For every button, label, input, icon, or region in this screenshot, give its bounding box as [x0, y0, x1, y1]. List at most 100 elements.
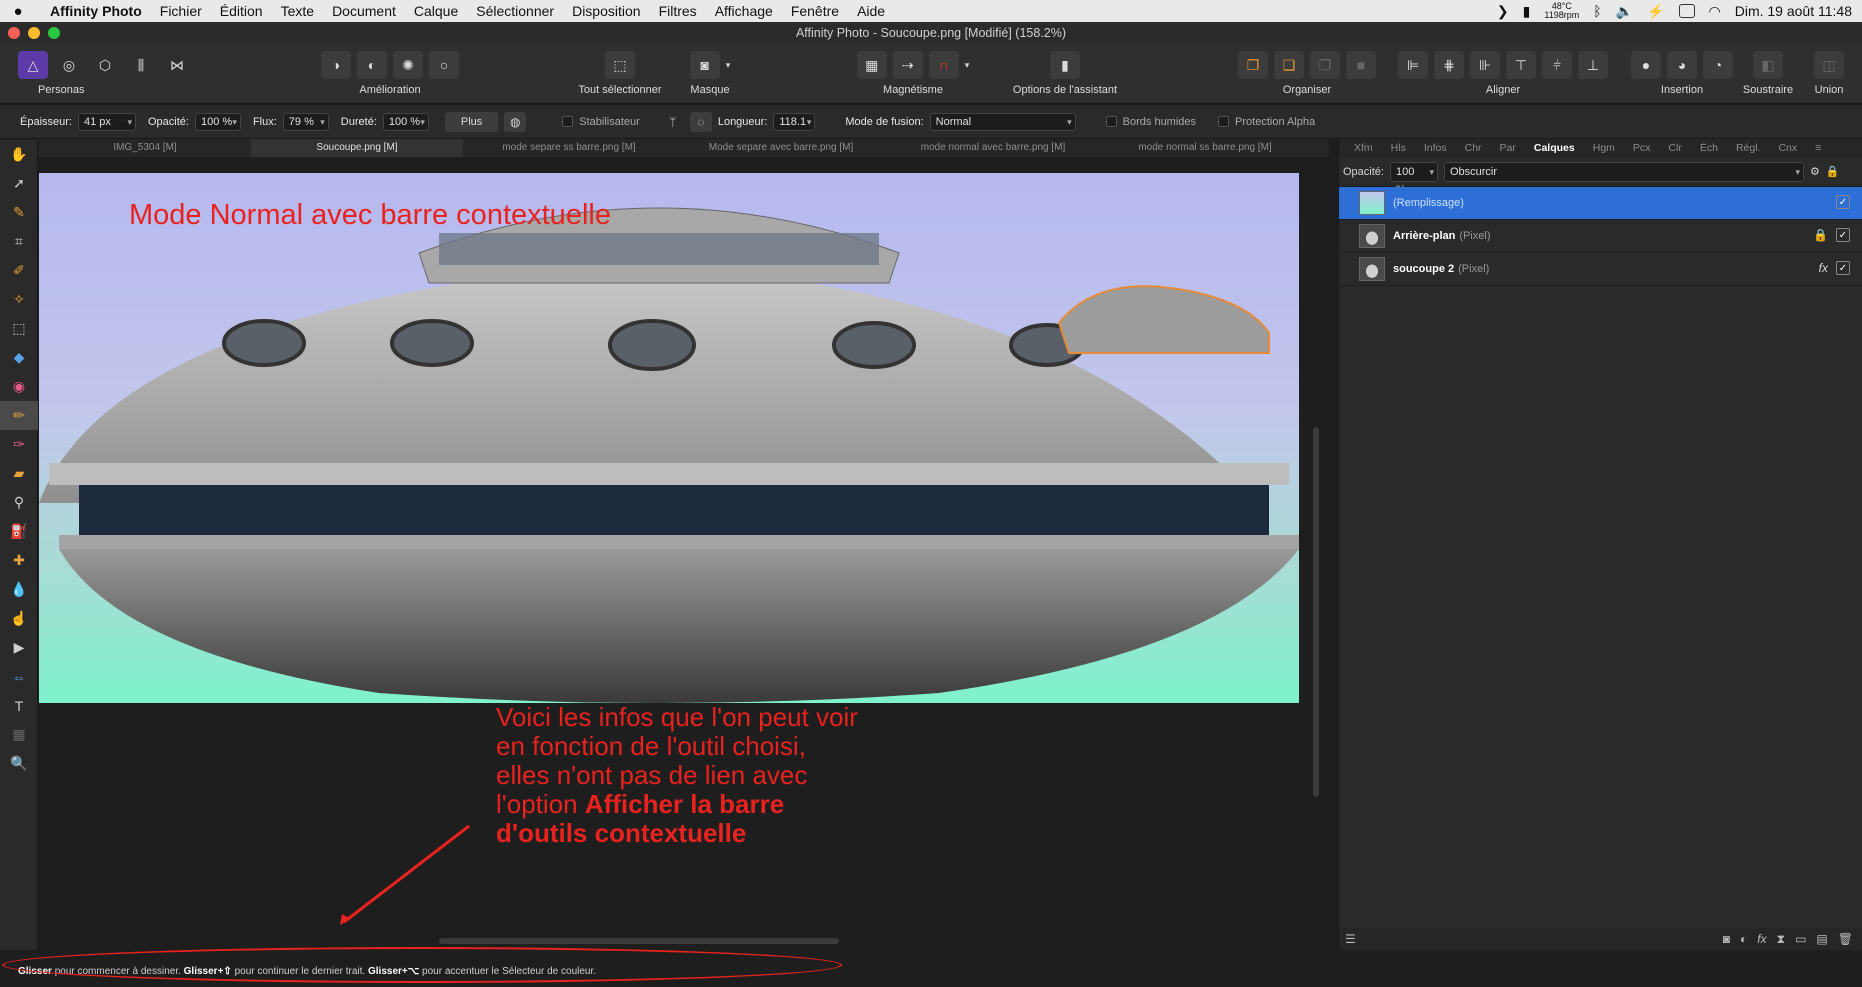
crop-tool-icon[interactable]: ⌗ — [0, 227, 38, 256]
apple-icon[interactable]: ● — [0, 3, 36, 20]
canvas-area[interactable]: Mode Normal avec barre contextuelle Voic… — [39, 157, 1329, 950]
add-mask-icon[interactable]: ◙ — [1723, 932, 1730, 946]
selection-brush-tool-icon[interactable]: ✐ — [0, 256, 38, 285]
smudge-tool-icon[interactable]: ☝ — [0, 604, 38, 633]
doc-tab[interactable]: mode separe ss barre.png [M] — [463, 139, 675, 157]
marquee-tool-icon[interactable]: ⬚ — [0, 314, 38, 343]
flux-field[interactable]: 79 % — [282, 112, 329, 131]
doc-tab[interactable]: IMG_5304 [M] — [39, 139, 251, 157]
clone-tool-icon[interactable]: ⛽ — [0, 517, 38, 546]
display-icon[interactable] — [1678, 4, 1695, 18]
hand-tool-icon[interactable]: ✋ — [0, 140, 38, 169]
vertical-scrollbar[interactable] — [1313, 427, 1319, 797]
align-left-icon[interactable]: ⊫ — [1398, 51, 1428, 79]
paint-brush-tool-icon[interactable]: ✏ — [0, 401, 38, 430]
window-mode-icon[interactable]: ◌ — [689, 111, 712, 132]
flood-select-tool-icon[interactable]: ✧ — [0, 285, 38, 314]
menu-edition[interactable]: Édition — [211, 3, 272, 19]
panel-menu-icon[interactable]: ≡ — [1806, 142, 1830, 154]
tab-par[interactable]: Par — [1491, 142, 1525, 154]
liquify-persona-icon[interactable]: ◎ — [54, 51, 84, 79]
tab-regl[interactable]: Régl. — [1727, 142, 1770, 154]
tone-mapping-persona-icon[interactable]: ⫼ — [126, 51, 156, 79]
zoom-tool-icon[interactable]: 🔍 — [0, 749, 38, 778]
photo-persona-icon[interactable]: △ — [18, 51, 48, 79]
move-backward-icon[interactable]: ❑ — [1274, 51, 1304, 79]
align-center-icon[interactable]: ⋕ — [1434, 51, 1464, 79]
menu-affichage[interactable]: Affichage — [706, 3, 782, 19]
snapping-guides-icon[interactable]: ⇢ — [892, 51, 923, 79]
tab-calques[interactable]: Calques — [1525, 142, 1584, 154]
contrast-icon[interactable]: ◐ — [357, 51, 387, 79]
white-balance-icon[interactable]: ○ — [429, 51, 459, 79]
epaisseur-field[interactable]: 41 px — [77, 112, 136, 131]
layer-locked-icon[interactable]: 🔒 — [1813, 228, 1828, 242]
visibility-checkbox[interactable]: ✓ — [1836, 261, 1850, 275]
tab-ech[interactable]: Éch — [1691, 142, 1727, 154]
layers-stack-icon[interactable]: ☰ — [1345, 932, 1356, 946]
opacite-field[interactable]: 100 % — [194, 112, 241, 131]
align-middle-icon[interactable]: ⫩ — [1542, 51, 1572, 79]
live-filter-icon[interactable]: ⧗ — [1777, 932, 1785, 947]
doc-tab[interactable]: mode normal ss barre.png [M] — [1099, 139, 1311, 157]
menu-texte[interactable]: Texte — [272, 3, 323, 19]
menu-document[interactable]: Document — [323, 3, 405, 19]
fx-icon[interactable]: fx — [1819, 261, 1828, 275]
menu-fenetre[interactable]: Fenêtre — [782, 3, 848, 19]
bords-humides-checkbox[interactable] — [1105, 116, 1117, 127]
levels-icon[interactable]: ◑ — [321, 51, 351, 79]
insert-behind-icon[interactable]: ● — [1631, 51, 1661, 79]
healing-tool-icon[interactable]: ✚ — [0, 546, 38, 575]
tab-pcx[interactable]: Pcx — [1624, 142, 1660, 154]
gradient-tool-icon[interactable]: ◉ — [0, 372, 38, 401]
battery-icon[interactable]: ▮ — [1523, 3, 1531, 20]
dodge-tool-icon[interactable]: ⚲ — [0, 488, 38, 517]
volume-icon[interactable]: 🔈 — [1616, 3, 1633, 20]
add-pixel-layer-icon[interactable]: ▤ — [1816, 932, 1827, 946]
erase-brush-tool-icon[interactable]: ▰ — [0, 459, 38, 488]
doc-tab-active[interactable]: Soucoupe.png [M] — [251, 139, 463, 157]
tab-chr[interactable]: Chr — [1456, 142, 1491, 154]
mesh-warp-tool-icon[interactable]: ▦ — [0, 720, 38, 749]
menu-selectionner[interactable]: Sélectionner — [467, 3, 563, 19]
assistant-icon[interactable]: ▮ — [1050, 51, 1080, 79]
tab-hgm[interactable]: Hgm — [1584, 142, 1624, 154]
select-all-icon[interactable]: ⬚ — [605, 51, 635, 79]
node-tool-icon[interactable]: ⇔ — [0, 662, 38, 691]
menu-disposition[interactable]: Disposition — [563, 3, 649, 19]
layer-settings-icon[interactable]: ⚙ — [1810, 165, 1820, 178]
add-group-icon[interactable]: ▭ — [1795, 932, 1806, 946]
move-front-icon[interactable]: ■ — [1346, 51, 1376, 79]
mask-icon[interactable]: ◙ — [689, 51, 720, 79]
magnet-icon[interactable]: ∩ — [928, 51, 959, 79]
menu-aide[interactable]: Aide — [848, 3, 894, 19]
snapping-grid-icon[interactable]: ▦ — [856, 51, 887, 79]
doc-tab[interactable]: mode normal avec barre.png [M] — [887, 139, 1099, 157]
layer-blend-select[interactable]: Obscurcir — [1443, 161, 1804, 182]
close-window-icon[interactable] — [8, 27, 20, 39]
protection-alpha-checkbox[interactable] — [1218, 116, 1230, 127]
lightning-icon[interactable]: ⚡ — [1647, 3, 1664, 20]
align-top-icon[interactable]: ⊤ — [1506, 51, 1536, 79]
move-back-icon[interactable]: ❐ — [1238, 51, 1268, 79]
rope-mode-icon[interactable]: ᛘ — [662, 112, 684, 132]
clock[interactable]: Dim. 19 août 11:48 — [1735, 3, 1852, 19]
tab-clr[interactable]: Clr — [1659, 142, 1690, 154]
menu-fichier[interactable]: Fichier — [151, 3, 211, 19]
bluetooth-icon[interactable]: ᛒ — [1593, 3, 1601, 19]
text-tool-icon[interactable]: T — [0, 691, 38, 720]
color-wheel-icon[interactable]: ✺ — [393, 51, 423, 79]
subtract-icon[interactable]: ◧ — [1753, 51, 1783, 79]
insert-top-icon[interactable]: ◔ — [1703, 51, 1733, 79]
menu-app[interactable]: Affinity Photo — [36, 3, 151, 19]
fill-tool-icon[interactable]: ◆ — [0, 343, 38, 372]
arrow-right-icon[interactable]: ❯ — [1497, 3, 1509, 20]
delete-layer-icon[interactable]: 🗑 — [1838, 932, 1853, 946]
color-picker-tool-icon[interactable]: ✎ — [0, 198, 38, 227]
magnet-dropdown-icon[interactable]: ▾ — [965, 60, 970, 71]
move-tool-icon[interactable]: ➚ — [0, 169, 38, 198]
layer-lock-icon[interactable]: 🔒 — [1826, 165, 1840, 178]
menu-filtres[interactable]: Filtres — [650, 3, 706, 19]
tab-infos[interactable]: Infos — [1415, 142, 1456, 154]
pressure-icon[interactable]: ◍ — [504, 111, 527, 132]
